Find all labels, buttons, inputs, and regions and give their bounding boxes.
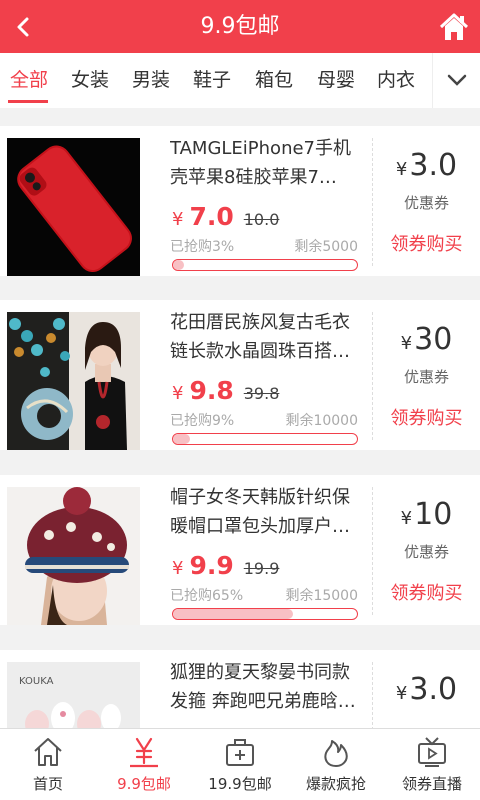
tab-shoes[interactable]: 鞋子: [193, 53, 231, 108]
price-currency: ¥: [172, 209, 184, 230]
product-title[interactable]: TAMGLEiPhone7手机壳苹果8硅胶苹果7…: [170, 134, 362, 192]
coupon-value: ¥3.0: [395, 672, 458, 707]
coupon-value: ¥3.0: [395, 148, 458, 183]
tab-coupon-live-label: 领券直播: [401, 775, 462, 793]
sales-progress-bar: [172, 433, 358, 445]
price-row: ¥7.0 10.0: [172, 202, 279, 232]
tv-icon: [418, 737, 446, 767]
remaining-stock: 剩余10000: [285, 413, 358, 429]
product-title[interactable]: 花田厝民族风复古毛衣链长款水晶圆珠百搭…: [170, 308, 362, 366]
tab-baby[interactable]: 母婴: [317, 53, 355, 108]
sale-price: 9.8: [189, 376, 234, 405]
sales-progress-bar: [172, 259, 358, 271]
back-arrow-icon[interactable]: [10, 12, 40, 42]
tab-19-9-label: 19.9包邮: [208, 775, 272, 793]
sale-price: 7.0: [189, 202, 234, 231]
home-icon[interactable]: [438, 11, 470, 43]
tab-underwear[interactable]: 内衣: [377, 53, 415, 108]
sold-percentage: 已抢购65%: [170, 588, 244, 604]
tab-women[interactable]: 女装: [71, 53, 109, 108]
original-price: 10.0: [243, 210, 280, 229]
home-icon: [34, 738, 62, 766]
product-card[interactable]: TAMGLEiPhone7手机壳苹果8硅胶苹果7… ¥7.0 10.0 已抢购3%…: [0, 126, 480, 276]
price-currency: ¥: [172, 558, 184, 579]
product-card[interactable]: 帽子女冬天韩版针织保暖帽口罩包头加厚户… ¥9.9 19.9 已抢购65% 剩余1…: [0, 475, 480, 625]
page-title: 9.9包邮: [200, 14, 280, 39]
price-currency: ¥: [172, 383, 184, 404]
sold-percentage: 已抢购9%: [170, 413, 235, 429]
product-title[interactable]: 狐狸的夏天黎晏书同款发箍 奔跑吧兄弟鹿晗…: [170, 658, 362, 716]
product-image-knit-hat[interactable]: [7, 487, 140, 625]
brand-logo-text: KOUKA: [19, 676, 54, 687]
tab-men[interactable]: 男装: [132, 53, 170, 108]
product-image-necklace[interactable]: [7, 312, 140, 450]
more-categories-button[interactable]: [432, 53, 480, 108]
get-coupon-buy-button[interactable]: 领券购买: [373, 404, 480, 430]
coupon-panel: ¥3.0 优惠券 领券购买: [373, 126, 480, 276]
coupon-value: ¥30: [400, 322, 453, 357]
tab-bags[interactable]: 箱包: [255, 53, 293, 108]
active-tab-indicator: [8, 100, 48, 103]
tab-9-9-free-shipping[interactable]: 9.9包邮: [96, 729, 192, 800]
price-row: ¥9.9 19.9: [172, 551, 279, 581]
tab-coupon-live[interactable]: 领券直播: [384, 729, 480, 800]
sale-price: 9.9: [189, 551, 234, 580]
top-header: 9.9包邮: [0, 0, 480, 53]
product-image-phone-case[interactable]: [7, 138, 140, 276]
flame-icon: [324, 740, 348, 767]
coupon-panel: ¥10 优惠券 领券购买: [373, 475, 480, 625]
tab-9-9-label: 9.9包邮: [117, 775, 171, 793]
package-icon: [226, 739, 254, 766]
coupon-value: ¥10: [400, 497, 453, 532]
bottom-tab-bar: 首页 9.9包邮 19.9包邮 爆款疯抢 领券直播: [0, 728, 480, 800]
remaining-stock: 剩余5000: [294, 239, 358, 255]
coupon-label: 优惠券: [403, 543, 449, 561]
tab-hot-deals-label: 爆款疯抢: [305, 775, 366, 793]
sales-progress-bar: [172, 608, 358, 620]
product-title[interactable]: 帽子女冬天韩版针织保暖帽口罩包头加厚户…: [170, 483, 362, 541]
tab-19-9-free-shipping[interactable]: 19.9包邮: [192, 729, 288, 800]
category-tabs: 全部 女装 男装 鞋子 箱包 母婴 内衣: [0, 53, 480, 108]
sold-percentage: 已抢购3%: [170, 239, 235, 255]
sales-progress-fill: [173, 434, 190, 444]
coupon-label: 优惠券: [403, 368, 449, 386]
get-coupon-buy-button[interactable]: 领券购买: [373, 230, 480, 256]
price-row: ¥9.8 39.8: [172, 376, 279, 406]
get-coupon-buy-button[interactable]: 领券购买: [373, 579, 480, 605]
original-price: 19.9: [243, 559, 280, 578]
sales-progress-fill: [173, 260, 185, 270]
sales-progress-fill: [173, 609, 293, 619]
remaining-stock: 剩余15000: [285, 588, 358, 604]
original-price: 39.8: [243, 384, 280, 403]
tab-home-label: 首页: [32, 775, 63, 793]
coupon-panel: ¥30 优惠券 领券购买: [373, 300, 480, 450]
chevron-down-icon: [447, 74, 467, 86]
coupon-label: 优惠券: [403, 194, 449, 212]
tab-hot-deals[interactable]: 爆款疯抢: [288, 729, 384, 800]
yen-icon: [130, 737, 158, 768]
product-card[interactable]: 花田厝民族风复古毛衣链长款水晶圆珠百搭… ¥9.8 39.8 已抢购9% 剩余10…: [0, 300, 480, 450]
tab-home[interactable]: 首页: [0, 729, 96, 800]
